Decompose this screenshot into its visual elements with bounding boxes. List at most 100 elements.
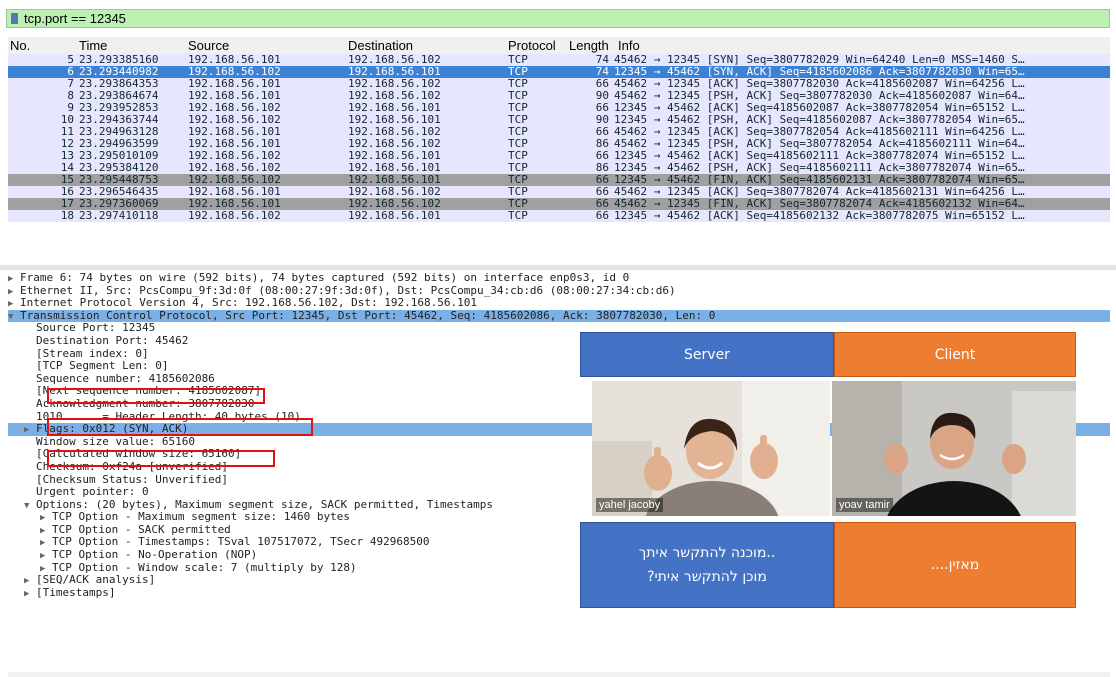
packet-cell-no: 12 (60, 138, 74, 150)
packet-cell-dst: 192.168.56.102 (348, 90, 441, 102)
packet-row[interactable]: 5 23.293385160 192.168.56.101 192.168.56.10… (8, 54, 1110, 66)
column-header-no[interactable]: No. (10, 38, 30, 53)
detail-tree-item[interactable]: ▼ Transmission Control Protocol, Src Port… (8, 308, 1110, 323)
packet-cell-dst: 192.168.56.101 (348, 102, 441, 114)
packet-row[interactable]: 10 23.294363744 192.168.56.102 192.168.56.1… (8, 114, 1110, 126)
packet-row[interactable]: 12 23.294963599 192.168.56.101 192.168.56.1… (8, 138, 1110, 150)
packet-cell-proto: TCP (508, 66, 528, 78)
column-header-destination[interactable]: Destination (348, 38, 413, 53)
column-header-info[interactable]: Info (618, 38, 640, 53)
packet-cell-time: 23.294963599 (79, 138, 159, 150)
packet-row[interactable]: 17 23.297360069 192.168.56.101 192.168.56.1… (8, 198, 1110, 210)
packet-cell-proto: TCP (508, 186, 528, 198)
packet-cell-proto: TCP (508, 162, 528, 174)
packet-row[interactable]: 11 23.294963128 192.168.56.101 192.168.56.1… (8, 126, 1110, 138)
packet-cell-no: 8 (67, 90, 74, 102)
packet-row[interactable]: 6 23.293440982 192.168.56.102 192.168.56.10… (8, 66, 1110, 78)
packet-cell-len: 86 (595, 138, 609, 150)
packet-cell-no: 17 (60, 198, 74, 210)
display-filter-input[interactable]: tcp.port == 12345 (6, 9, 1110, 28)
packet-row[interactable]: 7 23.293864353 192.168.56.101 192.168.56.10… (8, 78, 1110, 90)
pane-splitter[interactable] (0, 265, 1116, 270)
packet-list[interactable]: 5 23.293385160 192.168.56.101 192.168.56.10… (8, 54, 1110, 263)
horizontal-scrollbar[interactable] (8, 672, 1110, 677)
expand-arrow-icon[interactable]: ▶ (24, 588, 36, 601)
packet-cell-info: 12345 → 45462 [FIN, ACK] Seq=4185602131 … (614, 174, 1025, 186)
detail-text: Ethernet II, Src: PcsCompu_9f:3d:0f (08:… (20, 283, 676, 297)
sequence-number-highlight (47, 388, 265, 404)
packet-cell-dst: 192.168.56.101 (348, 174, 441, 186)
packet-cell-time: 23.293864353 (79, 78, 159, 90)
column-header-source[interactable]: Source (188, 38, 229, 53)
packet-cell-src: 192.168.56.102 (188, 66, 281, 78)
packet-row[interactable]: 13 23.295010109 192.168.56.102 192.168.56.1… (8, 150, 1110, 162)
detail-text: [TCP Segment Len: 0] (36, 359, 169, 373)
packet-cell-info: 45462 → 12345 [ACK] Seq=3807782074 Ack=4… (614, 186, 1025, 198)
packet-cell-no: 6 (67, 66, 74, 78)
packet-cell-len: 74 (595, 66, 609, 78)
bookmark-icon[interactable] (11, 13, 18, 24)
packet-cell-no: 18 (60, 210, 74, 222)
packet-cell-info: 45462 → 12345 [ACK] Seq=3807782054 Ack=4… (614, 126, 1025, 138)
packet-cell-no: 16 (60, 186, 74, 198)
packet-cell-time: 23.295448753 (79, 174, 159, 186)
packet-cell-src: 192.168.56.101 (188, 54, 281, 66)
packet-cell-proto: TCP (508, 198, 528, 210)
packet-cell-time: 23.295010109 (79, 150, 159, 162)
packet-cell-len: 66 (595, 186, 609, 198)
packet-row[interactable]: 18 23.297410118 192.168.56.102 192.168.56.1… (8, 210, 1110, 222)
packet-cell-info: 12345 → 45462 [PSH, ACK] Seq=4185602087 … (614, 114, 1025, 126)
flags-highlight (47, 450, 275, 467)
packet-row[interactable]: 9 23.293952853 192.168.56.102 192.168.56.10… (8, 102, 1110, 114)
packet-cell-info: 45462 → 12345 [ACK] Seq=3807782030 Ack=4… (614, 78, 1025, 90)
detail-text: Sequence number: 4185602086 (36, 371, 215, 385)
detail-text: Transmission Control Protocol, Src Port:… (20, 308, 716, 322)
server-video-tile: yahel jacoby (592, 381, 830, 516)
packet-cell-dst: 192.168.56.102 (348, 198, 441, 210)
packet-cell-len: 66 (595, 102, 609, 114)
packet-row[interactable]: 8 23.293864674 192.168.56.101 192.168.56.10… (8, 90, 1110, 102)
packet-cell-time: 23.293864674 (79, 90, 159, 102)
packet-cell-len: 86 (595, 162, 609, 174)
client-participant-name: yoav tamir (836, 498, 893, 512)
packet-cell-dst: 192.168.56.102 (348, 54, 441, 66)
packet-cell-proto: TCP (508, 138, 528, 150)
packet-cell-len: 66 (595, 150, 609, 162)
packet-cell-dst: 192.168.56.102 (348, 78, 441, 90)
detail-text: Internet Protocol Version 4, Src: 192.16… (20, 296, 477, 310)
packet-cell-no: 5 (67, 54, 74, 66)
column-header-protocol[interactable]: Protocol (508, 38, 556, 53)
packet-cell-no: 7 (67, 78, 74, 90)
packet-cell-dst: 192.168.56.102 (348, 138, 441, 150)
packet-cell-src: 192.168.56.101 (188, 138, 281, 150)
packet-cell-len: 66 (595, 126, 609, 138)
detail-text: TCP Option - Window scale: 7 (multiply b… (52, 560, 357, 574)
packet-row[interactable]: 16 23.296546435 192.168.56.101 192.168.56.1… (8, 186, 1110, 198)
packet-cell-time: 23.297410118 (79, 210, 159, 222)
packet-row[interactable]: 15 23.295448753 192.168.56.102 192.168.56.1… (8, 174, 1110, 186)
packet-row[interactable]: 14 23.295384120 192.168.56.102 192.168.56.1… (8, 162, 1110, 174)
packet-cell-info: 12345 → 45462 [ACK] Seq=4185602087 Ack=3… (614, 102, 1025, 114)
server-message-box: ..מוכנה להתקשר איתך מוכן להתקשר איתי? (580, 522, 834, 608)
detail-text: TCP Option - Maximum segment size: 1460 … (52, 510, 351, 524)
packet-cell-dst: 192.168.56.101 (348, 162, 441, 174)
client-video-tile: yoav tamir (832, 381, 1076, 516)
packet-cell-info: 45462 → 12345 [SYN] Seq=3807782029 Win=6… (614, 54, 1025, 66)
packet-cell-dst: 192.168.56.101 (348, 114, 441, 126)
display-filter-bar: tcp.port == 12345 (0, 0, 1116, 33)
packet-cell-len: 66 (595, 174, 609, 186)
packet-cell-dst: 192.168.56.101 (348, 66, 441, 78)
column-header-length[interactable]: Length (569, 38, 609, 53)
packet-cell-proto: TCP (508, 150, 528, 162)
client-label: Client (934, 346, 976, 363)
packet-cell-src: 192.168.56.101 (188, 90, 281, 102)
packet-cell-proto: TCP (508, 114, 528, 126)
packet-cell-len: 66 (595, 198, 609, 210)
packet-cell-info: 12345 → 45462 [ACK] Seq=4185602132 Ack=3… (614, 210, 1025, 222)
packet-cell-dst: 192.168.56.101 (348, 150, 441, 162)
packet-cell-time: 23.293440982 (79, 66, 159, 78)
detail-text: Urgent pointer: 0 (36, 485, 149, 499)
filter-text: tcp.port == 12345 (24, 11, 126, 26)
server-label-box: Server (580, 332, 834, 377)
column-header-time[interactable]: Time (79, 38, 107, 53)
